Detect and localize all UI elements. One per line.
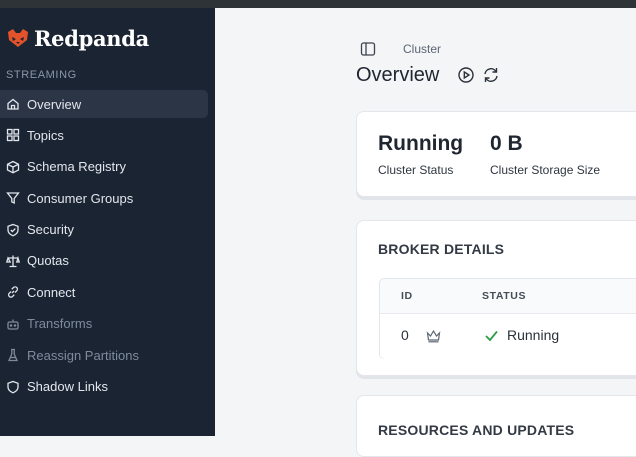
sidebar-item-label: Reassign Partitions xyxy=(27,347,139,363)
sidebar-nav: Overview Topics Schema Registry Consumer… xyxy=(0,90,215,404)
brand-name: Redpanda xyxy=(34,25,149,51)
flask-icon xyxy=(8,348,18,362)
sidebar-item-reassign-partitions[interactable]: Reassign Partitions xyxy=(0,341,208,369)
cluster-status-label: Cluster Status xyxy=(378,163,454,177)
sidebar-item-label: Overview xyxy=(27,96,82,112)
cube-icon xyxy=(6,160,20,174)
grid-icon xyxy=(6,129,20,142)
sidebar-item-label: Connect xyxy=(27,284,76,300)
refresh-icon[interactable] xyxy=(482,66,500,84)
redpanda-logo-icon xyxy=(8,29,28,47)
broker-table: ID STATUS 0 Running xyxy=(379,278,636,359)
sidebar-item-label: Topics xyxy=(27,127,64,143)
storage-size-value: 0 B xyxy=(490,132,523,155)
sidebar-item-label: Consumer Groups xyxy=(27,190,134,206)
sidebar-item-label: Quotas xyxy=(27,253,69,269)
column-header-id[interactable]: ID xyxy=(401,290,413,302)
section-label-streaming: STREAMING xyxy=(6,69,77,81)
cluster-stats-card: Running Cluster Status 0 B Cluster Stora… xyxy=(356,111,636,197)
main-content: Cluster Overview Running Cluster Status … xyxy=(215,8,636,457)
resources-card: RESOURCES AND UPDATES xyxy=(356,395,636,457)
sidebar-item-topics[interactable]: Topics xyxy=(0,121,208,149)
column-header-status[interactable]: STATUS xyxy=(482,290,526,302)
sidebar-item-security[interactable]: Security xyxy=(0,216,208,244)
sidebar-item-label: Schema Registry xyxy=(27,159,126,175)
broker-status: Running xyxy=(507,327,560,343)
redpanda-logo[interactable]: Redpanda xyxy=(6,24,149,52)
check-icon xyxy=(485,330,498,342)
sidebar-item-shadow-links[interactable]: Shadow Links xyxy=(0,373,208,401)
sidebar-item-consumer-groups[interactable]: Consumer Groups xyxy=(0,184,208,212)
window-top-bar xyxy=(0,0,636,8)
cluster-status-value: Running xyxy=(378,132,464,155)
link-icon xyxy=(8,286,18,299)
scale-icon xyxy=(6,255,20,268)
broker-details-heading: BROKER DETAILS xyxy=(378,241,505,257)
crown-icon xyxy=(426,329,441,343)
sidebar-item-connect[interactable]: Connect xyxy=(0,278,208,306)
sidebar: Redpanda STREAMING Overview Topics Schem… xyxy=(0,8,215,436)
sidebar-item-schema-registry[interactable]: Schema Registry xyxy=(0,153,208,181)
shield-check-icon xyxy=(7,223,19,237)
home-icon xyxy=(7,98,19,110)
broker-details-card: BROKER DETAILS ID STATUS 0 Running xyxy=(356,220,636,376)
broker-id: 0 xyxy=(401,327,409,343)
sidebar-item-label: Shadow Links xyxy=(27,379,108,395)
sidebar-item-transforms[interactable]: Transforms xyxy=(0,310,208,338)
funnel-icon xyxy=(6,192,20,205)
play-circle-icon[interactable] xyxy=(457,66,475,84)
panel-toggle-icon[interactable] xyxy=(360,41,376,57)
page-title: Overview xyxy=(356,64,440,86)
sidebar-item-label: Security xyxy=(27,222,74,238)
sidebar-item-quotas[interactable]: Quotas xyxy=(0,247,208,275)
bot-icon xyxy=(7,319,19,330)
breadcrumb[interactable]: Cluster xyxy=(403,42,441,56)
shield-icon xyxy=(7,380,19,394)
sidebar-item-label: Transforms xyxy=(27,316,93,332)
storage-size-label: Cluster Storage Size xyxy=(490,163,601,177)
sidebar-item-overview[interactable]: Overview xyxy=(0,90,208,118)
table-row: 0 Running xyxy=(380,313,636,359)
